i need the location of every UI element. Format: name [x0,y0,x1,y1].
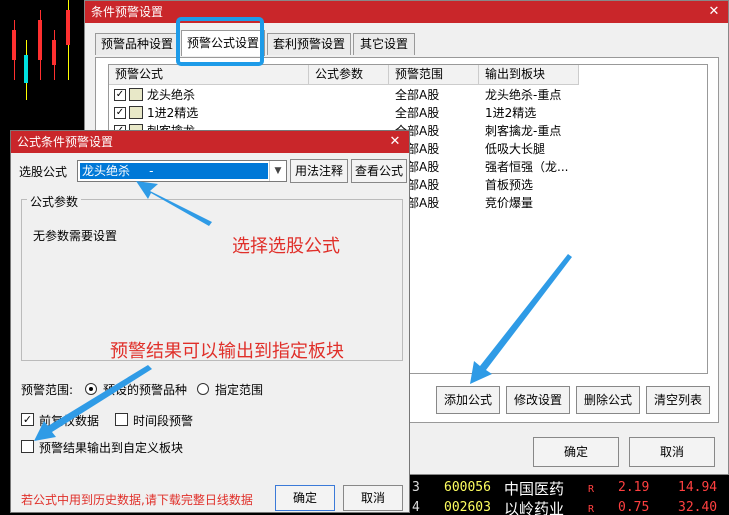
arrow-to-add-button [470,254,572,384]
annotation-arrows [34,181,572,441]
arrow-to-combo [136,181,212,226]
arrow-to-output-checkbox [34,365,152,441]
